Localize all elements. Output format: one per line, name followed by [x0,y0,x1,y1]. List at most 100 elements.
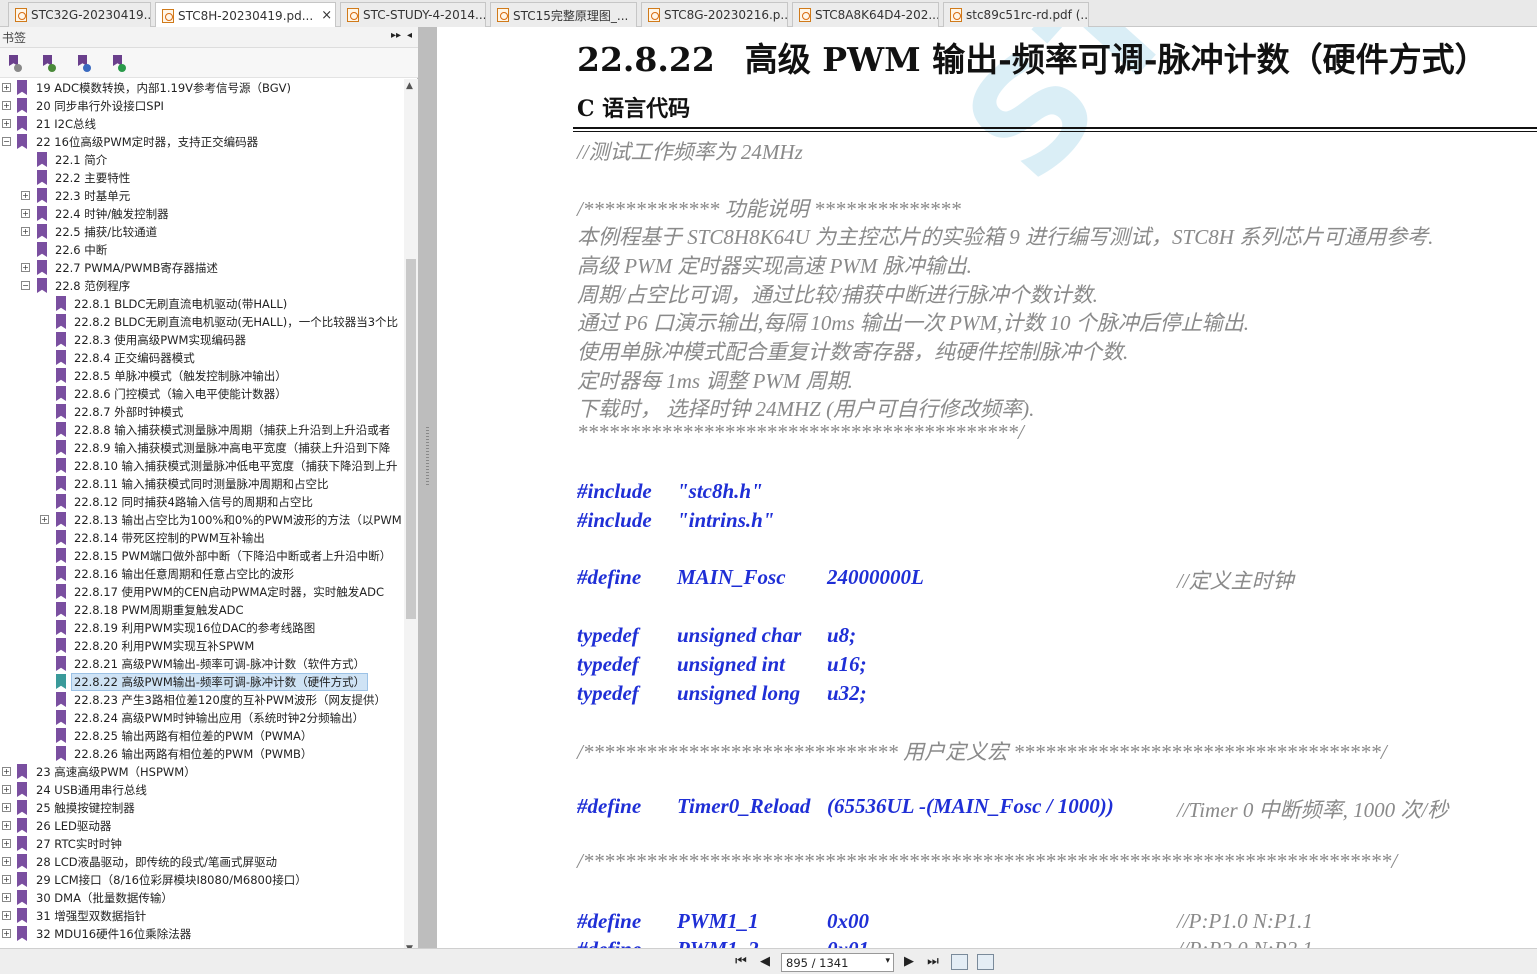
expand-icon[interactable]: + [2,119,11,128]
bookmark-icon [17,134,27,149]
first-page-icon[interactable]: ⏮ [733,954,749,970]
expand-icon[interactable]: + [2,101,11,110]
bookmark-item[interactable]: +27 RTC实时时钟 [0,835,404,853]
bookmark-item[interactable]: 22.8.7 外部时钟模式 [0,403,404,421]
expand-icon[interactable]: + [21,209,30,218]
bookmark-item[interactable]: +21 I2C总线 [0,115,404,133]
bookmark-item[interactable]: +22.3 时基单元 [0,187,404,205]
bookmark-item[interactable]: 22.8.15 PWM端口做外部中断（下降沿中断或者上升沿中断） [0,547,404,565]
expand-icon[interactable]: + [21,263,30,272]
expand-icon[interactable]: + [21,227,30,236]
bookmark-options-icon[interactable] [6,54,22,72]
bookmark-item[interactable]: +22.7 PWMA/PWMB寄存器描述 [0,259,404,277]
bookmark-item[interactable]: 22.8.14 带死区控制的PWM互补输出 [0,529,404,547]
expand-icon[interactable]: + [2,875,11,884]
bookmark-item[interactable]: +31 增强型双数据指针 [0,907,404,925]
bookmark-item[interactable]: +22.5 捕获/比较通道 [0,223,404,241]
bookmark-item[interactable]: 22.8.23 产生3路相位差120度的互补PWM波形（网友提供） [0,691,404,709]
collapse-icon[interactable]: − [21,281,30,290]
scroll-up-icon[interactable]: ▲ [406,81,413,91]
tab-stc8g[interactable]: STC8G-20230216.p... [641,2,788,27]
bookmark-item[interactable]: − 22 16位高级PWM定时器，支持正交编码器 [0,133,404,151]
bookmark-icon [56,692,66,707]
page-number-field[interactable]: 895 / 1341 ▾ [781,953,894,972]
bookmark-icon [17,782,27,797]
tab-stc8a8k64d4[interactable]: STC8A8K64D4-202... [792,2,939,27]
bookmark-item[interactable]: 22.8.22 高级PWM输出-频率可调-脉冲计数（硬件方式） [0,673,404,691]
bookmark-item[interactable]: − 22.8 范例程序 [0,277,404,295]
expand-icon[interactable]: + [2,893,11,902]
tab-stc32g[interactable]: STC32G-20230419.... [8,2,151,27]
expand-bookmark-icon[interactable] [40,54,56,72]
bookmark-find-icon[interactable] [110,54,126,72]
bookmark-item[interactable]: 22.8.4 正交编码器模式 [0,349,404,367]
bookmark-item[interactable]: +24 USB通用串行总线 [0,781,404,799]
bookmark-item[interactable]: 22.8.18 PWM周期重复触发ADC [0,601,404,619]
bookmark-item[interactable]: +32 MDU16硬件16位乘除法器 [0,925,404,943]
expand-icon[interactable]: + [2,857,11,866]
bookmark-item[interactable]: 22.8.11 输入捕获模式同时测量脉冲周期和占空比 [0,475,404,493]
bookmark-item[interactable]: +22.8.13 输出占空比为100%和0%的PWM波形的方法（以PWM [0,511,404,529]
collapse-panel-icon[interactable]: ◂ [407,30,412,41]
bookmark-vertical-scrollbar[interactable]: ▲ ▼ [404,79,418,958]
close-tab-icon[interactable]: × [321,8,332,23]
tab-stc89c51rc[interactable]: stc89c51rc-rd.pdf (... [943,2,1089,27]
scroll-thumb[interactable] [406,259,416,619]
bookmark-item[interactable]: 22.8.10 输入捕获模式测量脉冲低电平宽度（捕获下降沿到上升 [0,457,404,475]
expand-icon[interactable]: + [2,929,11,938]
bookmark-item[interactable]: 22.8.20 利用PWM实现互补SPWM [0,637,404,655]
tab-stc8h[interactable]: STC8H-20230419.pd... × [155,2,336,28]
expand-icon[interactable]: + [21,191,30,200]
expand-icon[interactable]: + [2,83,11,92]
bookmark-label: 22.8.6 门控模式（输入电平使能计数器） [74,387,287,401]
expand-icon[interactable]: + [2,785,11,794]
code-comment: ****************************************… [577,420,1024,444]
bookmark-item[interactable]: 22.2 主要特性 [0,169,404,187]
collapse-icon[interactable]: − [2,137,11,146]
bookmark-item[interactable]: 22.8.6 门控模式（输入电平使能计数器） [0,385,404,403]
bookmark-item[interactable]: 22.8.24 高级PWM时钟输出应用（系统时钟2分频输出） [0,709,404,727]
bookmark-item[interactable]: +22.4 时钟/触发控制器 [0,205,404,223]
bookmark-item[interactable]: 22.8.21 高级PWM输出-频率可调-脉冲计数（软件方式） [0,655,404,673]
previous-page-icon[interactable]: ◀ [757,954,773,970]
bookmark-item[interactable]: +28 LCD液晶驱动，即传统的段式/笔画式屏驱动 [0,853,404,871]
tab-stc15[interactable]: STC15完整原理图_... [490,2,637,27]
bookmark-item[interactable]: +25 触摸按键控制器 [0,799,404,817]
bookmark-item[interactable]: 22.8.3 使用高级PWM实现编码器 [0,331,404,349]
bookmark-item[interactable]: 22.8.26 输出两路有相位差的PWM（PWMB） [0,745,404,763]
bookmark-item[interactable]: 22.8.8 输入捕获模式测量脉冲周期（捕获上升沿到上升沿或者 [0,421,404,439]
last-page-icon[interactable]: ⏭ [925,954,941,970]
bookmark-item[interactable]: 22.8.16 输出任意周期和任意占空比的波形 [0,565,404,583]
bookmark-item[interactable]: 22.8.1 BLDC无刷直流电机驱动(带HALL) [0,295,404,313]
next-page-icon[interactable]: ▶ [901,954,917,970]
chevron-down-icon[interactable]: ▾ [885,956,890,966]
bookmark-item[interactable]: +26 LED驱动器 [0,817,404,835]
bookmark-item[interactable]: +29 LCM接口（8/16位彩屏模块I8080/M6800接口） [0,871,404,889]
expand-icon[interactable]: + [2,839,11,848]
bookmark-label: 19 ADC模数转换，内部1.19V参考信号源（BGV) [36,81,291,95]
expand-icon[interactable]: + [2,767,11,776]
expand-icon[interactable]: + [2,911,11,920]
bookmark-item[interactable]: +23 高速高级PWM（HSPWM） [0,763,404,781]
bookmark-item[interactable]: 22.8.5 单脉冲模式（触发控制脉冲输出） [0,367,404,385]
bookmark-item[interactable]: 22.8.12 同时捕获4路输入信号的周期和占空比 [0,493,404,511]
tab-stc-study[interactable]: STC-STUDY-4-2014... [340,2,486,27]
bookmark-item[interactable]: 22.8.17 使用PWM的CEN启动PWMA定时器，实时触发ADC [0,583,404,601]
bookmark-item[interactable]: 22.8.19 利用PWM实现16位DAC的参考线路图 [0,619,404,637]
bookmark-item[interactable]: +19 ADC模数转换，内部1.19V参考信号源（BGV) [0,79,404,97]
bookmark-item[interactable]: 22.8.25 输出两路有相位差的PWM（PWMA） [0,727,404,745]
panel-splitter[interactable] [418,27,437,948]
bookmark-item[interactable]: 22.8.2 BLDC无刷直流电机驱动(无HALL)，一个比较器当3个比 [0,313,404,331]
expand-icon[interactable]: + [40,515,49,524]
bookmark-item[interactable]: 22.6 中断 [0,241,404,259]
previous-view-icon[interactable] [951,954,968,970]
bookmark-item[interactable]: +20 同步串行外设接口SPI [0,97,404,115]
bookmark-item[interactable]: 22.8.9 输入捕获模式测量脉冲高电平宽度（捕获上升沿到下降 [0,439,404,457]
next-view-icon[interactable] [977,954,994,970]
bookmark-item[interactable]: 22.1 简介 [0,151,404,169]
bookmark-go-icon[interactable] [75,54,91,72]
expand-icon[interactable]: + [2,803,11,812]
expand-icon[interactable]: + [2,821,11,830]
bookmark-item[interactable]: +30 DMA（批量数据传输） [0,889,404,907]
expand-panel-icon[interactable]: ▸▸ [391,30,401,41]
